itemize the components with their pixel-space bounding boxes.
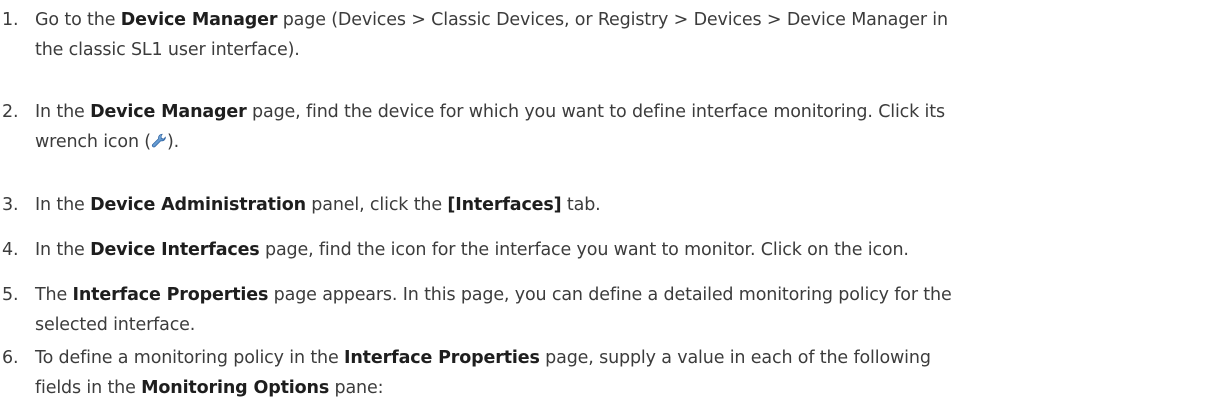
step-4: 4. In the Device Interfaces page, find t… xyxy=(0,235,1225,265)
ui-term-monitoring-options: Monitoring Options xyxy=(141,378,330,398)
step-text: Go to the Device Manager page (Devices >… xyxy=(35,10,948,60)
ui-term-device-manager: Device Manager xyxy=(120,10,278,30)
step-number: 3. xyxy=(2,195,19,215)
step-1: 1. Go to the Device Manager page (Device… xyxy=(0,5,1225,65)
ui-term-interface-properties: Interface Properties xyxy=(72,285,269,305)
wrench-icon xyxy=(151,129,167,148)
ui-term-device-administration: Device Administration xyxy=(90,195,306,215)
step-2: 2. In the Device Manager page, find the … xyxy=(0,97,1225,157)
step-number: 4. xyxy=(2,240,19,260)
step-5: 5. The Interface Properties page appears… xyxy=(0,280,1225,340)
step-6: 6. To define a monitoring policy in the … xyxy=(0,343,1225,403)
step-3: 3. In the Device Administration panel, c… xyxy=(0,190,1225,220)
ui-term-interface-properties: Interface Properties xyxy=(344,348,540,368)
step-text: The Interface Properties page appears. I… xyxy=(35,285,952,335)
step-text: To define a monitoring policy in the Int… xyxy=(35,348,931,398)
ui-term-device-interfaces: Device Interfaces xyxy=(90,240,260,260)
ui-term-interfaces-tab: [Interfaces] xyxy=(447,195,562,215)
step-number: 6. xyxy=(2,348,19,368)
step-number: 5. xyxy=(2,285,19,305)
ui-term-device-manager: Device Manager xyxy=(90,102,247,122)
step-text: In the Device Interfaces page, find the … xyxy=(35,240,909,260)
step-number: 2. xyxy=(2,102,19,122)
instruction-steps: 1. Go to the Device Manager page (Device… xyxy=(0,0,1225,414)
step-text: In the Device Administration panel, clic… xyxy=(35,195,601,215)
step-number: 1. xyxy=(2,10,19,30)
step-text: In the Device Manager page, find the dev… xyxy=(35,102,945,152)
